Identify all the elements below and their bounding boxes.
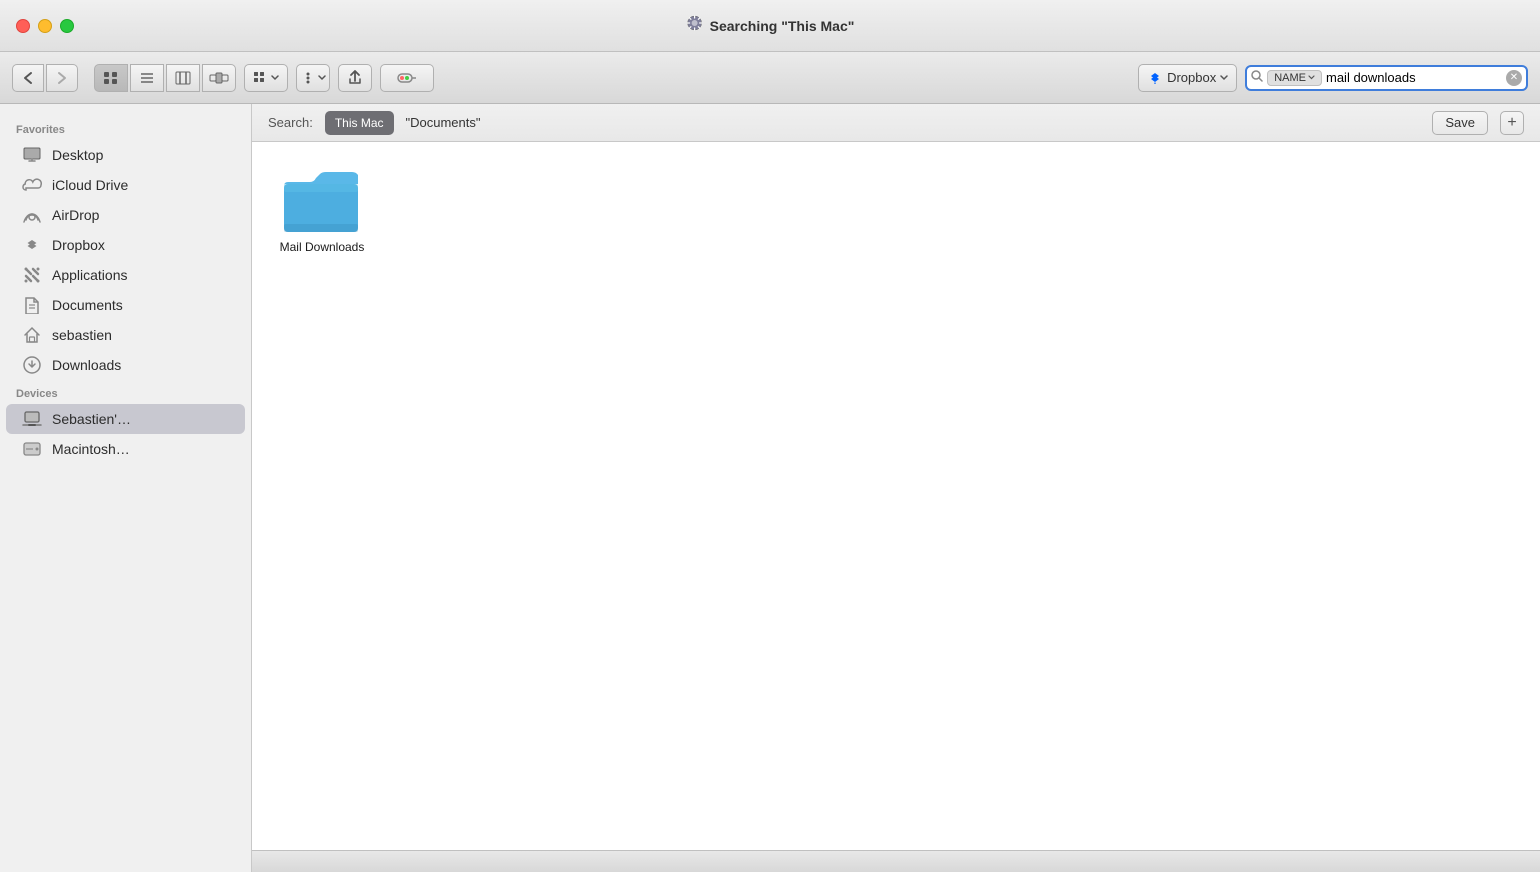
back-button[interactable] xyxy=(12,64,44,92)
tag-button[interactable] xyxy=(380,64,434,92)
sidebar-item-desktop[interactable]: Desktop xyxy=(6,140,245,170)
icon-view-button[interactable] xyxy=(94,64,128,92)
dropbox-button[interactable]: Dropbox xyxy=(1138,64,1237,92)
window-title-icon xyxy=(686,14,704,37)
search-label: Search: xyxy=(268,115,313,130)
dropbox-sidebar-icon xyxy=(22,235,42,255)
file-item-mail-downloads[interactable]: Mail Downloads xyxy=(272,162,372,260)
harddisk-icon xyxy=(22,439,42,459)
share-button[interactable] xyxy=(338,64,372,92)
maximize-button[interactable] xyxy=(60,19,74,33)
nav-buttons xyxy=(12,64,78,92)
search-box[interactable]: NAME ✕ xyxy=(1245,65,1528,91)
downloads-icon xyxy=(22,355,42,375)
airdrop-icon xyxy=(22,205,42,225)
window-title: Searching "This Mac" xyxy=(686,14,855,37)
bottom-bar xyxy=(252,850,1540,872)
sidebar-label-applications: Applications xyxy=(52,267,128,283)
sidebar-item-applications[interactable]: Applications xyxy=(6,260,245,290)
documents-icon xyxy=(22,295,42,315)
search-scope-bar: Search: This Mac "Documents" Save + xyxy=(252,104,1540,142)
sidebar-item-documents[interactable]: Documents xyxy=(6,290,245,320)
sidebar-item-sebastien[interactable]: sebastien xyxy=(6,320,245,350)
cover-flow-button[interactable] xyxy=(202,64,236,92)
sidebar-item-dropbox[interactable]: Dropbox xyxy=(6,230,245,260)
laptop-icon xyxy=(22,409,42,429)
main-layout: Favorites Desktop iCloud Drive xyxy=(0,104,1540,872)
list-view-button[interactable] xyxy=(130,64,164,92)
dropbox-label: Dropbox xyxy=(1167,70,1216,85)
sidebar-item-downloads[interactable]: Downloads xyxy=(6,350,245,380)
content-area: Search: This Mac "Documents" Save + xyxy=(252,104,1540,872)
search-icon xyxy=(1251,70,1263,85)
sidebar-item-macintosh[interactable]: Macintosh… xyxy=(6,434,245,464)
sidebar-label-desktop: Desktop xyxy=(52,147,103,163)
close-button[interactable] xyxy=(16,19,30,33)
search-clear-button[interactable]: ✕ xyxy=(1506,70,1522,86)
this-mac-scope-button[interactable]: This Mac xyxy=(325,111,394,135)
sidebar-label-sebastien-laptop: Sebastien'… xyxy=(52,411,131,427)
sidebar: Favorites Desktop iCloud Drive xyxy=(0,104,252,872)
icloud-icon xyxy=(22,175,42,195)
toolbar: Dropbox NAME ✕ xyxy=(0,52,1540,104)
forward-button[interactable] xyxy=(46,64,78,92)
file-label-mail-downloads: Mail Downloads xyxy=(280,240,365,254)
title-bar: Searching "This Mac" xyxy=(0,0,1540,52)
sidebar-label-airdrop: AirDrop xyxy=(52,207,99,223)
desktop-icon xyxy=(22,145,42,165)
name-badge[interactable]: NAME xyxy=(1267,70,1322,86)
file-content: Mail Downloads xyxy=(252,142,1540,850)
sidebar-item-icloud[interactable]: iCloud Drive xyxy=(6,170,245,200)
group-button[interactable] xyxy=(244,64,288,92)
save-button[interactable]: Save xyxy=(1432,111,1488,135)
sidebar-item-airdrop[interactable]: AirDrop xyxy=(6,200,245,230)
sidebar-label-downloads: Downloads xyxy=(52,357,121,373)
sidebar-label-icloud: iCloud Drive xyxy=(52,177,128,193)
column-view-button[interactable] xyxy=(166,64,200,92)
documents-scope-button[interactable]: "Documents" xyxy=(406,115,481,130)
traffic-lights xyxy=(16,19,74,33)
sidebar-item-sebastien-laptop[interactable]: Sebastien'… xyxy=(6,404,245,434)
sidebar-label-dropbox: Dropbox xyxy=(52,237,105,253)
minimize-button[interactable] xyxy=(38,19,52,33)
sidebar-label-documents: Documents xyxy=(52,297,123,313)
action-button[interactable] xyxy=(296,64,330,92)
view-buttons xyxy=(94,64,236,92)
name-badge-label: NAME xyxy=(1274,72,1306,84)
sidebar-label-macintosh: Macintosh… xyxy=(52,441,130,457)
search-input[interactable] xyxy=(1326,70,1502,85)
home-icon xyxy=(22,325,42,345)
devices-section-title: Devices xyxy=(0,380,251,404)
folder-icon-svg xyxy=(282,168,362,236)
add-criteria-button[interactable]: + xyxy=(1500,111,1524,135)
window-title-text: Searching "This Mac" xyxy=(710,18,855,34)
favorites-section-title: Favorites xyxy=(0,116,251,140)
sidebar-label-sebastien: sebastien xyxy=(52,327,112,343)
applications-icon xyxy=(22,265,42,285)
